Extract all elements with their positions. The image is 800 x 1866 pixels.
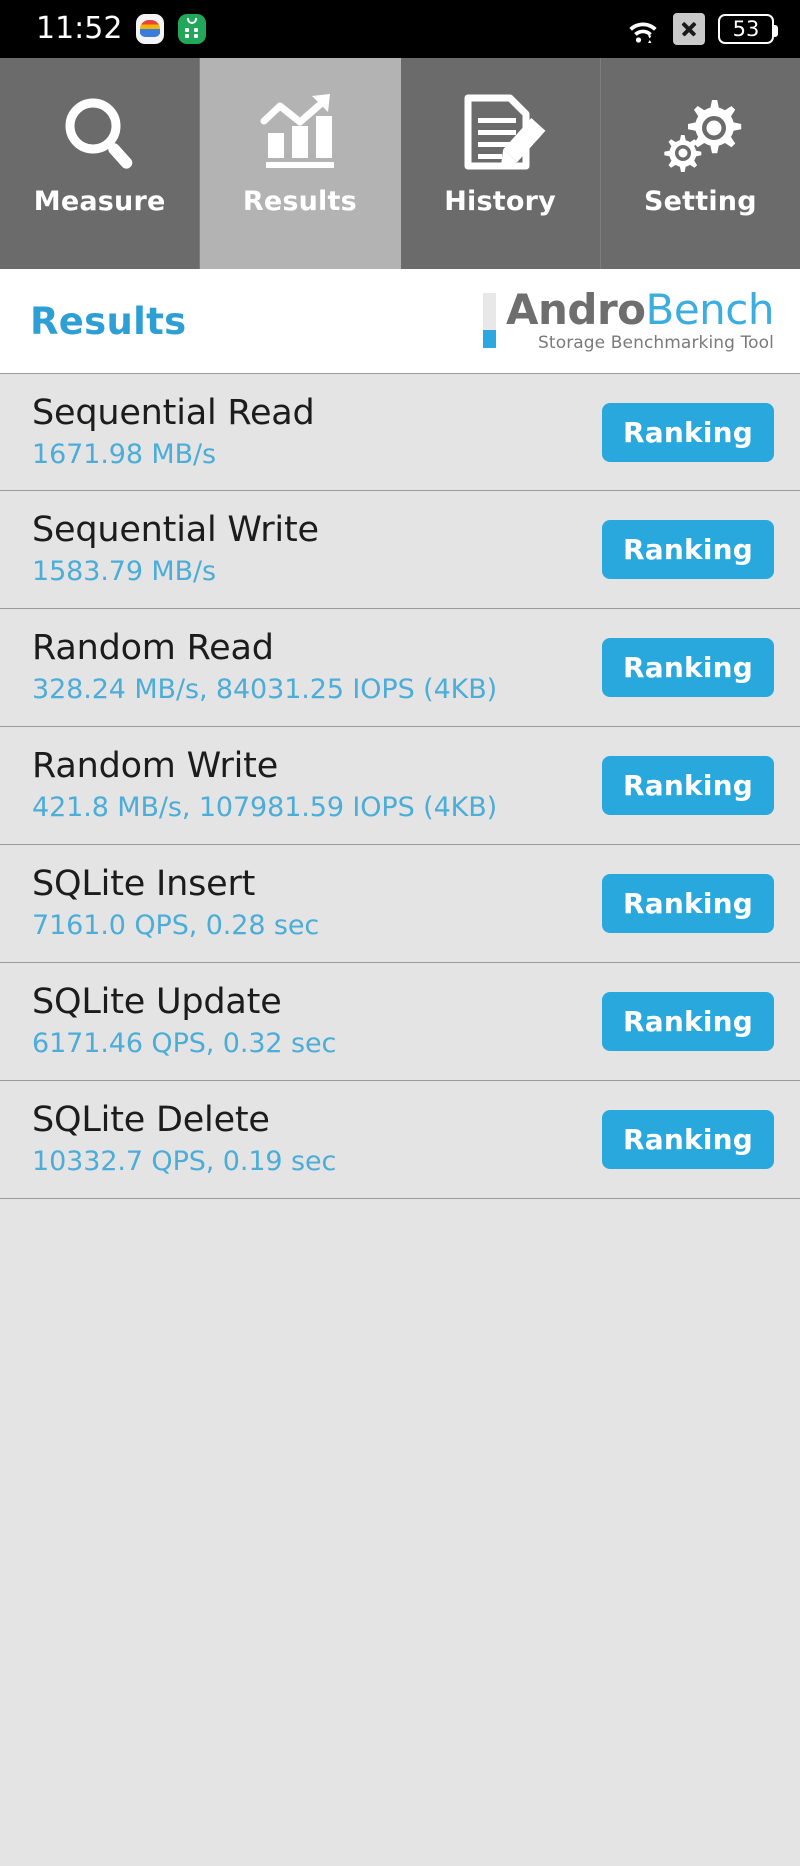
result-text: Sequential Read 1671.98 MB/s <box>32 393 315 472</box>
green-store-app-icon <box>178 14 207 44</box>
tab-measure-label: Measure <box>33 186 166 217</box>
ranking-button[interactable]: Ranking <box>602 520 774 579</box>
result-name: SQLite Delete <box>32 1100 270 1141</box>
page-header: Results AndroBench Storage Benchmarking … <box>0 269 800 373</box>
ranking-button[interactable]: Ranking <box>602 992 774 1051</box>
tab-setting[interactable]: Setting <box>600 58 800 269</box>
result-value: 1583.79 MB/s <box>32 556 217 588</box>
results-list: Sequential Read 1671.98 MB/s Ranking Seq… <box>0 373 800 1866</box>
result-name: Random Write <box>32 746 279 787</box>
table-row[interactable]: SQLite Update 6171.46 QPS, 0.32 sec Rank… <box>0 963 800 1081</box>
battery-icon: 53 <box>718 14 778 44</box>
table-row[interactable]: SQLite Delete 10332.7 QPS, 0.19 sec Rank… <box>0 1081 800 1199</box>
result-name: Sequential Write <box>32 510 319 551</box>
result-value: 7161.0 QPS, 0.28 sec <box>32 910 320 942</box>
table-row[interactable]: Sequential Write 1583.79 MB/s Ranking <box>0 491 800 609</box>
tab-results-label: Results <box>242 186 357 217</box>
result-text: SQLite Insert 7161.0 QPS, 0.28 sec <box>32 864 319 943</box>
result-value: 1671.98 MB/s <box>32 438 217 470</box>
result-name: Random Read <box>32 628 274 669</box>
result-value: 421.8 MB/s, 107981.59 IOPS (4KB) <box>32 792 498 824</box>
result-value: 10332.7 QPS, 0.19 sec <box>32 1146 337 1178</box>
androbench-logo: AndroBench Storage Benchmarking Tool <box>482 288 775 354</box>
status-bar-left: 11:52 <box>36 11 207 46</box>
status-bar: 11:52 53 <box>0 0 800 58</box>
result-text: Sequential Write 1583.79 MB/s <box>32 510 319 589</box>
table-row[interactable]: SQLite Insert 7161.0 QPS, 0.28 sec Ranki… <box>0 845 800 963</box>
sim-card-disabled-icon <box>673 13 705 45</box>
ranking-button[interactable]: Ranking <box>602 1110 774 1169</box>
wifi-icon <box>626 14 660 44</box>
tab-results[interactable]: Results <box>200 58 401 269</box>
status-clock: 11:52 <box>36 11 123 46</box>
result-name: Sequential Read <box>32 392 315 433</box>
result-text: SQLite Update 6171.46 QPS, 0.32 sec <box>32 982 336 1061</box>
rainbow-app-icon <box>136 14 165 44</box>
ranking-button[interactable]: Ranking <box>602 874 774 933</box>
main-tab-bar: Measure Results History Setting <box>0 58 800 269</box>
brand-name-secondary: Bench <box>645 284 775 334</box>
gears-icon <box>654 88 746 180</box>
brand-name-primary: Andro <box>505 284 646 334</box>
app-root: 11:52 53 Measure Results History Setting… <box>0 0 800 1866</box>
brand-text: AndroBench Storage Benchmarking Tool <box>506 288 775 354</box>
list-empty-area <box>0 1199 800 1866</box>
battery-level-text: 53 <box>732 16 760 41</box>
magnifier-icon <box>54 88 146 180</box>
ranking-button[interactable]: Ranking <box>602 402 774 462</box>
result-text: SQLite Delete 10332.7 QPS, 0.19 sec <box>32 1100 336 1179</box>
document-pencil-icon <box>454 88 546 180</box>
result-value: 6171.46 QPS, 0.32 sec <box>32 1028 337 1060</box>
brand-tagline: Storage Benchmarking Tool <box>538 333 774 354</box>
table-row[interactable]: Random Write 421.8 MB/s, 107981.59 IOPS … <box>0 727 800 845</box>
result-text: Random Write 421.8 MB/s, 107981.59 IOPS … <box>32 746 497 825</box>
result-value: 328.24 MB/s, 84031.25 IOPS (4KB) <box>32 674 498 706</box>
result-name: SQLite Insert <box>32 864 256 905</box>
tab-history-label: History <box>444 186 556 217</box>
status-bar-right: 53 <box>626 13 778 45</box>
table-row[interactable]: Sequential Read 1671.98 MB/s Ranking <box>0 373 800 491</box>
tab-setting-label: Setting <box>643 186 757 217</box>
result-name: SQLite Update <box>32 982 282 1023</box>
brand-name: AndroBench <box>506 288 775 332</box>
result-text: Random Read 328.24 MB/s, 84031.25 IOPS (… <box>32 628 497 707</box>
tab-history[interactable]: History <box>400 58 601 269</box>
page-title: Results <box>30 299 187 343</box>
table-row[interactable]: Random Read 328.24 MB/s, 84031.25 IOPS (… <box>0 609 800 727</box>
ranking-button[interactable]: Ranking <box>602 638 774 697</box>
ranking-button[interactable]: Ranking <box>602 756 774 815</box>
tab-measure[interactable]: Measure <box>0 58 201 269</box>
bar-chart-trend-icon <box>254 88 346 180</box>
logo-bars-icon <box>482 292 496 348</box>
